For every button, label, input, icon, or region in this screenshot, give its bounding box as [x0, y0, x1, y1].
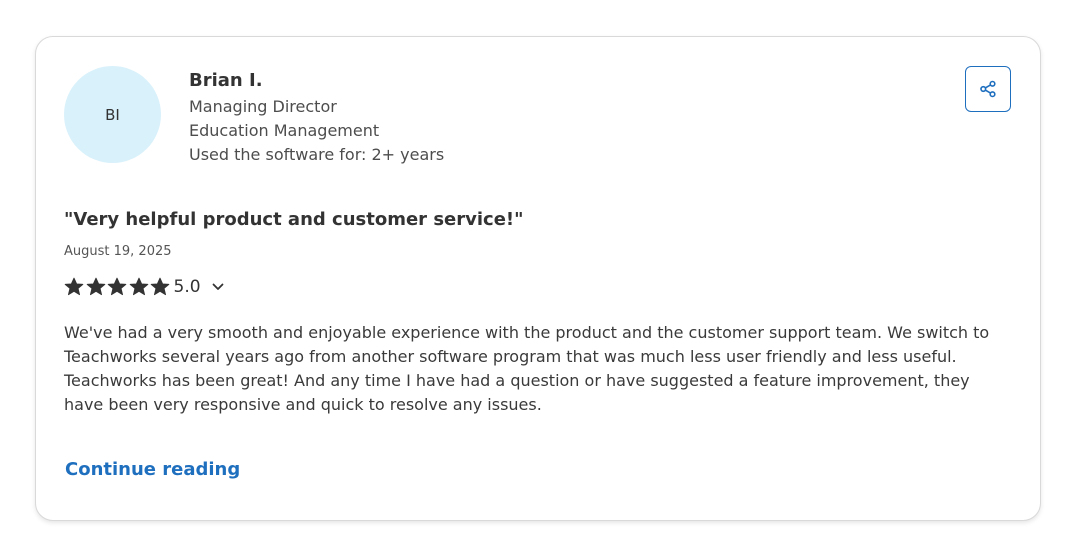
star-icon: [64, 277, 84, 296]
star-icon: [150, 277, 170, 296]
star-rating: [64, 277, 172, 297]
avatar: BI: [64, 66, 161, 163]
review-title: "Very helpful product and customer servi…: [64, 209, 524, 230]
review-date: August 19, 2025: [64, 244, 172, 259]
avatar-initials: BI: [105, 105, 120, 124]
share-icon: [980, 80, 996, 98]
star-icon: [107, 277, 127, 296]
star-icon: [86, 277, 105, 296]
continue-reading-link[interactable]: Continue reading: [65, 458, 240, 482]
review-body: We've had a very smooth and enjoyable ex…: [64, 323, 990, 414]
rating-details-toggle[interactable]: [210, 279, 226, 295]
rating-value: 5.0: [173, 277, 201, 297]
rating: 5.0: [64, 274, 226, 300]
reviewer-name: Brian I.: [189, 70, 263, 91]
review-card: BI Brian I. Managing Director Education …: [35, 36, 1041, 521]
share-button[interactable]: [965, 66, 1011, 112]
star-icon: [129, 277, 148, 296]
reviewer-role: Managing Director: [189, 97, 337, 116]
chevron-down-icon: [212, 283, 223, 290]
reviewer-usage: Used the software for: 2+ years: [189, 145, 445, 164]
reviewer-industry: Education Management: [189, 121, 380, 140]
reviewer-info: Brian I. Managing Director Education Man…: [189, 69, 444, 167]
